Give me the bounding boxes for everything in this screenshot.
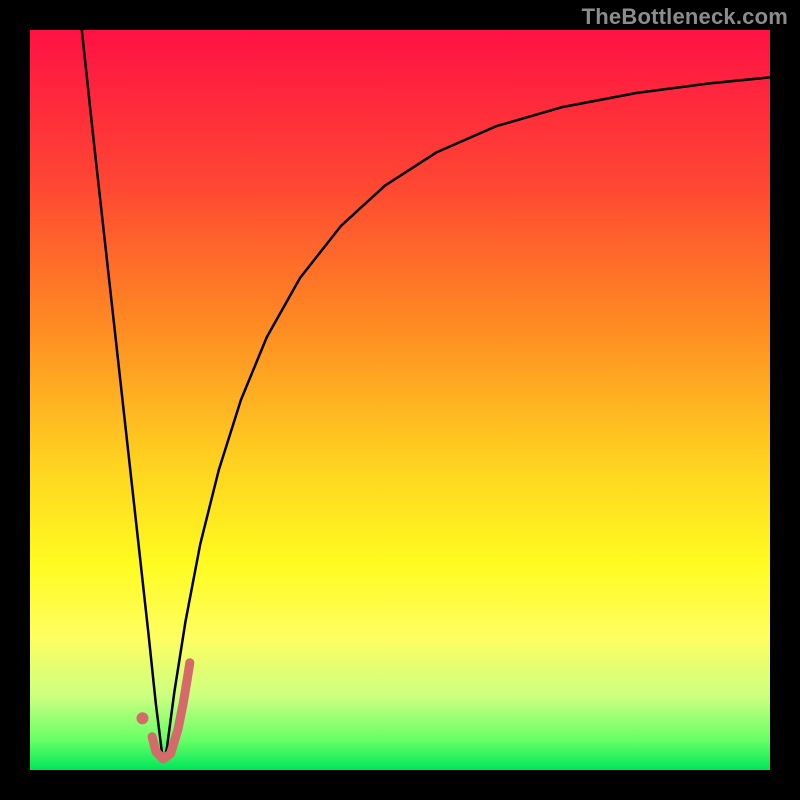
watermark-text: TheBottleneck.com [582, 4, 788, 30]
marker-marker-dot [136, 712, 148, 724]
chart-canvas [30, 30, 770, 770]
chart-background [30, 30, 770, 770]
outer-frame: TheBottleneck.com [0, 0, 800, 800]
